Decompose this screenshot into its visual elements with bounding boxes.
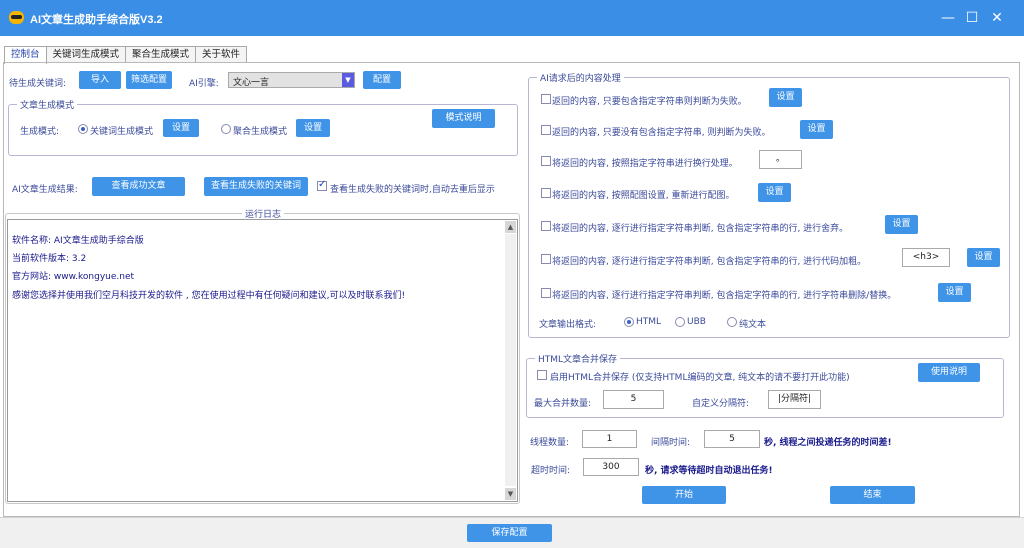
enable-merge-checkbox[interactable] [537, 370, 547, 380]
timeout-note: 秒, 请求等待超时自动退出任务! [645, 466, 773, 476]
tab-aggregate-mode[interactable]: 聚合生成模式 [125, 46, 197, 63]
view-success-button[interactable]: 查看成功文章 [92, 177, 185, 196]
rule-3-checkbox[interactable] [541, 156, 551, 166]
rule-6-settings-button[interactable]: 设置 [967, 248, 1000, 267]
results-label: AI文章生成结果: [12, 185, 78, 195]
log-line: 当前软件版本: 3.2 [12, 254, 87, 264]
interval-input[interactable]: 5 [704, 430, 760, 448]
chevron-down-icon[interactable]: ▼ [342, 73, 354, 87]
threads-input[interactable]: 1 [582, 430, 637, 448]
rule-4-settings-button[interactable]: 设置 [758, 183, 791, 202]
aggregate-mode-label: 聚合生成模式 [233, 127, 288, 137]
rule-1-settings-button[interactable]: 设置 [769, 88, 802, 107]
enable-merge-label: 启用HTML合并保存 (仅支持HTML编码的文章, 纯文本的请不要打开此功能) [550, 373, 850, 383]
dedup-checkbox[interactable] [317, 179, 327, 191]
format-ubb-radio[interactable] [675, 317, 685, 327]
timeout-input[interactable]: 300 [583, 458, 639, 476]
rule-2-checkbox[interactable] [541, 125, 551, 135]
log-scrollbar[interactable] [505, 234, 516, 486]
rule-6-label: 将返回的内容, 逐行进行指定字符串判断, 包含指定字符串的行, 进行代码加粗。 [552, 257, 867, 267]
filter-config-button[interactable]: 筛选配置 [126, 71, 172, 89]
rule-1-checkbox[interactable] [541, 94, 551, 104]
rule-7-checkbox[interactable] [541, 288, 551, 298]
format-ubb-label: UBB [687, 317, 706, 327]
keyword-mode-label: 关键词生成模式 [90, 127, 154, 137]
newline-separator-input[interactable]: 。 [759, 150, 802, 169]
gen-mode-label: 生成模式: [20, 127, 60, 137]
window-title: AI文章生成助手综合版V3.2 [30, 14, 163, 26]
mode-help-button[interactable]: 模式说明 [432, 109, 495, 128]
format-plain-label: 纯文本 [739, 320, 767, 330]
format-html-label: HTML [636, 317, 662, 327]
gen-mode-legend: 文章生成模式 [17, 98, 78, 111]
maximize-icon[interactable]: ☐ [963, 9, 981, 27]
log-line: 软件名称: AI文章生成助手综合版 [12, 236, 144, 246]
dedup-label: 查看生成失败的关键词时,自动去重后显示 [330, 185, 495, 195]
post-process-legend: AI请求后的内容处理 [537, 71, 624, 84]
merge-help-button[interactable]: 使用说明 [918, 363, 980, 382]
format-plain-radio[interactable] [727, 317, 737, 327]
rule-7-settings-button[interactable]: 设置 [938, 283, 971, 302]
max-merge-input[interactable]: 5 [603, 390, 664, 409]
save-config-button[interactable]: 保存配置 [467, 524, 552, 542]
close-icon[interactable]: ✕ [988, 9, 1006, 27]
tab-keyword-mode[interactable]: 关键词生成模式 [45, 46, 127, 63]
separator-input[interactable]: |分隔符| [768, 390, 821, 409]
format-label: 文章输出格式: [539, 320, 597, 330]
view-failed-button[interactable]: 查看生成失败的关键词 [204, 177, 308, 196]
engine-label: AI引擎: [189, 79, 219, 89]
rule-5-settings-button[interactable]: 设置 [885, 215, 918, 234]
scroll-down-icon[interactable]: ▼ [505, 488, 516, 500]
html-merge-legend: HTML文章合并保存 [535, 352, 621, 365]
start-button[interactable]: 开始 [642, 486, 726, 504]
engine-config-button[interactable]: 配置 [363, 71, 401, 89]
timeout-label: 超时时间: [531, 466, 571, 476]
aggregate-mode-radio[interactable] [221, 124, 231, 134]
format-html-radio[interactable] [624, 317, 634, 327]
log-line: 官方网站: www.kongyue.net [12, 272, 135, 282]
app-icon [9, 11, 24, 24]
rule-5-checkbox[interactable] [541, 221, 551, 231]
minimize-icon[interactable]: — [939, 9, 957, 27]
bold-tag-input[interactable]: <h3> [902, 248, 950, 267]
rule-4-checkbox[interactable] [541, 188, 551, 198]
separator-label: 自定义分隔符: [692, 399, 750, 409]
threads-label: 线程数量: [530, 438, 570, 448]
stop-button[interactable]: 结束 [830, 486, 915, 504]
aggregate-mode-settings-button[interactable]: 设置 [296, 119, 330, 137]
import-button[interactable]: 导入 [79, 71, 121, 89]
rule-6-checkbox[interactable] [541, 254, 551, 264]
rule-3-label: 将返回的内容, 按照指定字符串进行换行处理。 [552, 159, 738, 169]
tab-about[interactable]: 关于软件 [195, 46, 248, 63]
title-bar: AI文章生成助手综合版V3.2 — ☐ ✕ [0, 0, 1024, 36]
engine-select[interactable]: 文心一言 ▼ [228, 72, 355, 88]
interval-note: 秒, 线程之间投递任务的时间差! [764, 438, 892, 448]
rule-1-label: 返回的内容, 只要包含指定字符串则判断为失败。 [552, 97, 747, 107]
interval-label: 间隔时间: [651, 438, 691, 448]
keyword-mode-settings-button[interactable]: 设置 [163, 119, 199, 137]
rule-5-label: 将返回的内容, 逐行进行指定字符串判断, 包含指定字符串的行, 进行舍弃。 [552, 224, 849, 234]
keywords-label: 待生成关键词: [9, 79, 67, 89]
log-area[interactable]: 软件名称: AI文章生成助手综合版 当前软件版本: 3.2 官方网站: www.… [7, 219, 518, 502]
rule-2-settings-button[interactable]: 设置 [800, 120, 833, 139]
rule-2-label: 返回的内容, 只要没有包含指定字符串, 则判断为失败。 [552, 128, 771, 138]
tab-strip: 控制台 关键词生成模式 聚合生成模式 关于软件 [4, 46, 248, 64]
log-line: 感谢您选择并使用我们空月科技开发的软件 , 您在使用过程中有任何疑问和建议,可以… [12, 291, 406, 301]
rule-7-label: 将返回的内容, 逐行进行指定字符串判断, 包含指定字符串的行, 进行字符串删除/… [552, 291, 897, 301]
scroll-up-icon[interactable]: ▲ [505, 221, 516, 233]
rule-4-label: 将返回的内容, 按照配图设置, 重新进行配图。 [552, 191, 735, 201]
keyword-mode-radio[interactable] [78, 124, 88, 134]
engine-value: 文心一言 [233, 78, 270, 88]
max-merge-label: 最大合并数量: [534, 399, 592, 409]
